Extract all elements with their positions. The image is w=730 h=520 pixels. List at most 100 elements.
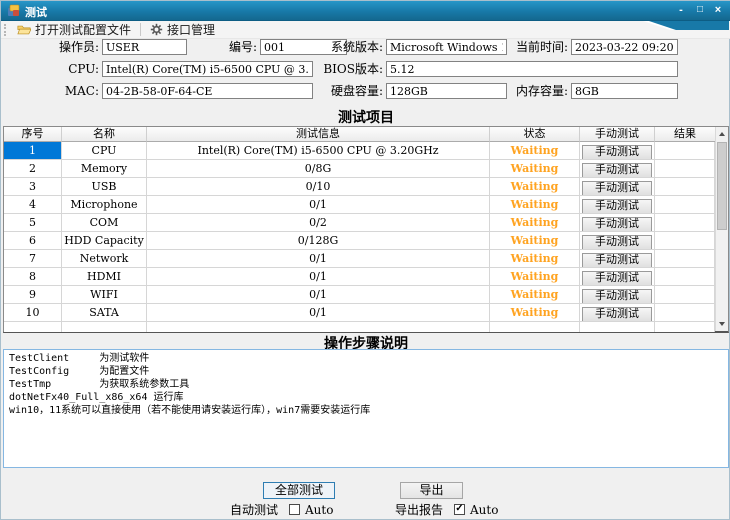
bios-version-field[interactable] xyxy=(386,61,678,77)
row-info-cell[interactable]: 0/1 xyxy=(147,304,490,322)
row-index-cell[interactable]: 8 xyxy=(4,268,62,286)
row-info-cell[interactable]: 0/10 xyxy=(147,178,490,196)
row-name-cell[interactable]: Network xyxy=(62,250,147,268)
row-index-cell[interactable]: 7 xyxy=(4,250,62,268)
row-name-cell[interactable]: SATA xyxy=(62,304,147,322)
row-status-cell[interactable]: Waiting xyxy=(490,178,580,196)
row-index-cell[interactable]: 6 xyxy=(4,232,62,250)
auto-test-checkbox[interactable] xyxy=(289,504,300,515)
row-status-cell[interactable]: Waiting xyxy=(490,250,580,268)
table-row[interactable]: 2Memory0/8GWaiting手动测试 xyxy=(4,160,715,178)
export-button[interactable]: 导出 xyxy=(400,482,463,499)
row-result-cell[interactable] xyxy=(655,196,715,214)
close-button[interactable]: × xyxy=(710,3,726,17)
table-row[interactable]: 1CPUIntel(R) Core(TM) i5-6500 CPU @ 3.20… xyxy=(4,142,715,160)
header-name[interactable]: 名称 xyxy=(62,127,147,142)
manual-test-button[interactable]: 手动测试 xyxy=(582,271,652,286)
os-version-field[interactable] xyxy=(386,39,507,55)
scrollbar-thumb[interactable] xyxy=(717,142,727,230)
row-result-cell[interactable] xyxy=(655,304,715,322)
row-result-cell[interactable] xyxy=(655,214,715,232)
manual-test-button[interactable]: 手动测试 xyxy=(582,289,652,304)
manual-test-button[interactable]: 手动测试 xyxy=(582,217,652,232)
ram-capacity-field[interactable] xyxy=(571,83,678,99)
row-result-cell[interactable] xyxy=(655,268,715,286)
row-result-cell[interactable] xyxy=(655,178,715,196)
row-info-cell[interactable]: 0/8G xyxy=(147,160,490,178)
row-name-cell[interactable]: Microphone xyxy=(62,196,147,214)
row-info-cell[interactable]: 0/1 xyxy=(147,286,490,304)
row-name-cell[interactable]: HDMI xyxy=(62,268,147,286)
row-status-cell[interactable]: Waiting xyxy=(490,286,580,304)
table-row[interactable]: 5COM0/2Waiting手动测试 xyxy=(4,214,715,232)
row-name-cell[interactable]: COM xyxy=(62,214,147,232)
titlebar[interactable]: 测试 - □ × xyxy=(1,1,730,21)
toolbar-grip[interactable] xyxy=(4,24,6,36)
row-status-cell[interactable]: Waiting xyxy=(490,304,580,322)
table-row[interactable]: 6HDD Capacity0/128GWaiting手动测试 xyxy=(4,232,715,250)
row-result-cell[interactable] xyxy=(655,142,715,160)
table-row[interactable]: 7Network0/1Waiting手动测试 xyxy=(4,250,715,268)
current-time-field[interactable] xyxy=(571,39,678,55)
table-scrollbar[interactable] xyxy=(715,127,728,331)
row-status-cell[interactable]: Waiting xyxy=(490,214,580,232)
row-index-cell[interactable]: 1 xyxy=(4,142,62,160)
manual-test-button[interactable]: 手动测试 xyxy=(582,235,652,250)
scroll-down-arrow[interactable] xyxy=(716,317,728,331)
hdd-capacity-field[interactable] xyxy=(386,83,507,99)
header-result[interactable]: 结果 xyxy=(655,127,715,142)
row-info-cell[interactable]: 0/128G xyxy=(147,232,490,250)
row-info-cell[interactable]: Intel(R) Core(TM) i5-6500 CPU @ 3.20GHz xyxy=(147,142,490,160)
table-row[interactable]: 3USB0/10Waiting手动测试 xyxy=(4,178,715,196)
instructions-textarea[interactable]: TestClient 为测试软件TestConfig 为配置文件TestTmp … xyxy=(3,349,729,468)
scroll-up-arrow[interactable] xyxy=(716,127,728,141)
row-status-cell[interactable]: Waiting xyxy=(490,160,580,178)
row-status-cell[interactable]: Waiting xyxy=(490,232,580,250)
table-row[interactable]: 10SATA0/1Waiting手动测试 xyxy=(4,304,715,322)
row-name-cell[interactable]: WIFI xyxy=(62,286,147,304)
row-name-cell[interactable]: CPU xyxy=(62,142,147,160)
header-status[interactable]: 状态 xyxy=(490,127,580,142)
row-name-cell[interactable]: HDD Capacity xyxy=(62,232,147,250)
row-index-cell[interactable]: 3 xyxy=(4,178,62,196)
manual-test-button[interactable]: 手动测试 xyxy=(582,145,652,160)
row-result-cell[interactable] xyxy=(655,250,715,268)
manual-test-button[interactable]: 手动测试 xyxy=(582,181,652,196)
row-info-cell[interactable]: 0/1 xyxy=(147,268,490,286)
export-report-checkbox[interactable] xyxy=(454,504,465,515)
table-row[interactable]: 8HDMI0/1Waiting手动测试 xyxy=(4,268,715,286)
header-info[interactable]: 测试信息 xyxy=(147,127,490,142)
row-info-cell[interactable]: 0/1 xyxy=(147,250,490,268)
row-index-cell[interactable]: 5 xyxy=(4,214,62,232)
manual-test-button[interactable]: 手动测试 xyxy=(582,253,652,268)
row-status-cell[interactable]: Waiting xyxy=(490,142,580,160)
minimize-button[interactable]: - xyxy=(673,3,689,17)
row-result-cell[interactable] xyxy=(655,232,715,250)
row-info-cell[interactable]: 0/1 xyxy=(147,196,490,214)
manual-test-button[interactable]: 手动测试 xyxy=(582,307,652,322)
table-row[interactable]: 4Microphone0/1Waiting手动测试 xyxy=(4,196,715,214)
maximize-button[interactable]: □ xyxy=(692,3,708,17)
row-result-cell[interactable] xyxy=(655,160,715,178)
header-index[interactable]: 序号 xyxy=(4,127,62,142)
row-index-cell[interactable]: 2 xyxy=(4,160,62,178)
row-status-cell[interactable]: Waiting xyxy=(490,268,580,286)
interface-mgmt-button[interactable]: 接口管理 xyxy=(144,22,221,38)
manual-test-button[interactable]: 手动测试 xyxy=(582,199,652,214)
cpu-field[interactable] xyxy=(102,61,313,77)
mac-field[interactable] xyxy=(102,83,313,99)
row-index-cell[interactable]: 4 xyxy=(4,196,62,214)
table-row[interactable]: 9WIFI0/1Waiting手动测试 xyxy=(4,286,715,304)
test-all-button[interactable]: 全部测试 xyxy=(263,482,335,499)
row-info-cell[interactable]: 0/2 xyxy=(147,214,490,232)
row-name-cell[interactable]: Memory xyxy=(62,160,147,178)
row-result-cell[interactable] xyxy=(655,286,715,304)
row-index-cell[interactable]: 10 xyxy=(4,304,62,322)
header-manual[interactable]: 手动测试 xyxy=(580,127,655,142)
open-config-button[interactable]: 打开测试配置文件 xyxy=(11,22,137,38)
operator-field[interactable] xyxy=(102,39,187,55)
manual-test-button[interactable]: 手动测试 xyxy=(582,163,652,178)
row-index-cell[interactable]: 9 xyxy=(4,286,62,304)
row-status-cell[interactable]: Waiting xyxy=(490,196,580,214)
row-name-cell[interactable]: USB xyxy=(62,178,147,196)
